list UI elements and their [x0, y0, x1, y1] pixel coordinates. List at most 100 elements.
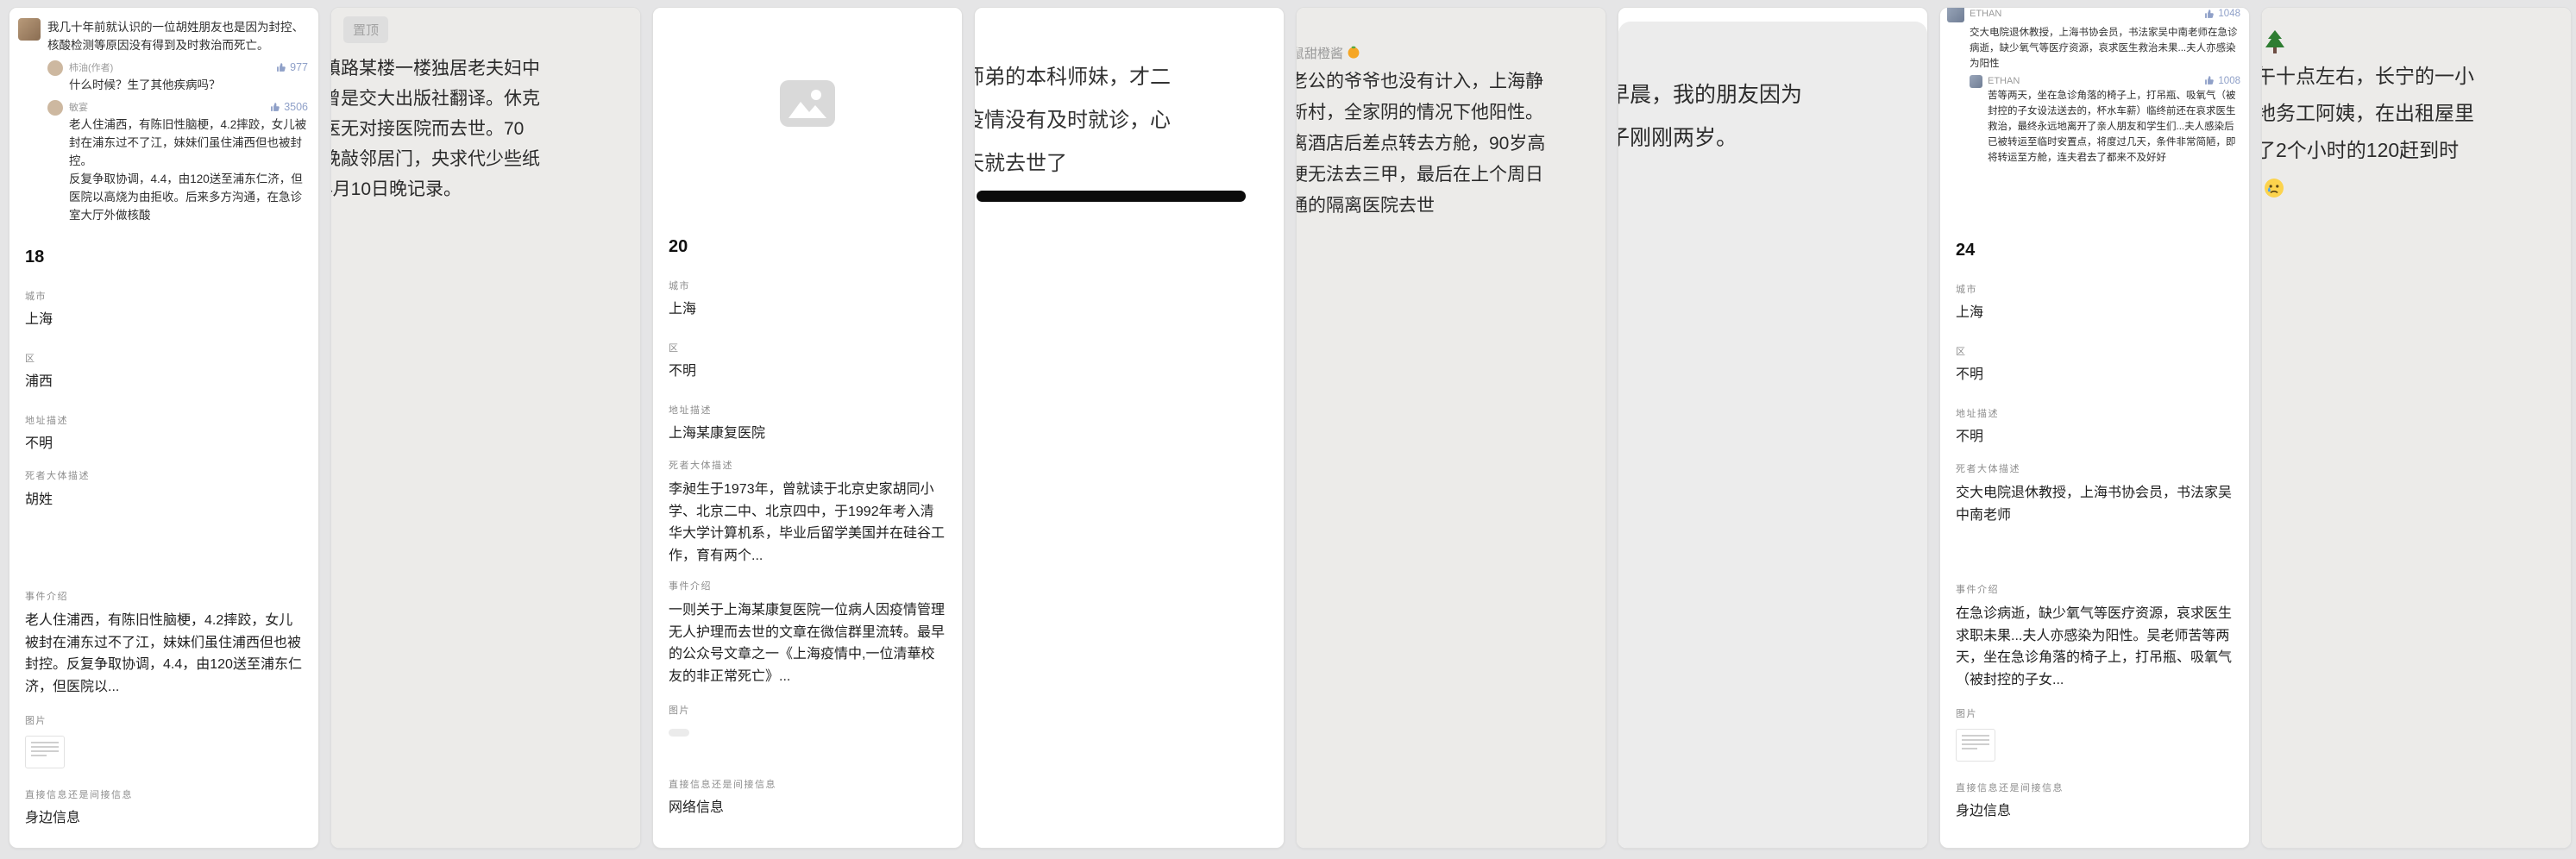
- field-label-event: 事件介绍: [669, 580, 946, 593]
- screenshot-text-line: 新村，全家阴的情况下他阳性。: [1297, 97, 1605, 129]
- case-card-18[interactable]: 我几十年前就认识的一位胡姓朋友也是因为封控、核酸检测等原因没有得到及时救治而死亡…: [9, 7, 319, 849]
- field-district: 区 不明: [669, 342, 946, 384]
- field-value-deceased: 交大电院退休教授，上海书协会员，书法家吴中南老师: [1956, 482, 2234, 526]
- field-value-city: 上海: [669, 300, 946, 319]
- screenshot-text-line: 镇路某楼一楼独居老夫妇中: [331, 53, 640, 84]
- thumbnail-slot: [25, 736, 303, 768]
- reply-author-row: 柿油(作者)977: [69, 60, 308, 74]
- reply-row: ETHAN1008 苦等两天，坐在急诊角落的椅子上，打吊瓶、吸氧气（被封控的子女设…: [1970, 75, 2240, 166]
- thumbnail-text-bar: [31, 746, 59, 748]
- like-number: 1008: [2218, 76, 2240, 86]
- case-card-25[interactable]: 午十点左右，长宁的一小地务工阿姨，在出租屋里了2个小时的120赶到时 25 城市…: [2261, 7, 2572, 849]
- field-label-address: 地址描述: [669, 404, 946, 417]
- orange-emoji-icon: [1347, 45, 1360, 59]
- like-count: 1008: [2204, 75, 2240, 86]
- field-label-address: 地址描述: [1956, 408, 2234, 420]
- field-direct: 直接信息还是间接信息 网络信息: [669, 779, 946, 818]
- case-card-24[interactable]: ETHAN1048交大电院退休教授，上海书协会员，书法家吴中南老师在急诊病逝，缺…: [1939, 7, 2250, 849]
- screenshot-text-line: 通的隔离医院去世: [1297, 191, 1605, 222]
- case-card-20[interactable]: 20 城市 上海 区 不明 地址描述 上海某康复医院 死者大体描述 李昶生于19…: [652, 7, 963, 849]
- like-number: 1048: [2218, 9, 2240, 19]
- case-card-23[interactable]: 早晨，我的朋友因为子刚刚两岁。 23 城市 上海 区 不明 地址描述 不明 死者…: [1618, 7, 1928, 849]
- card-number: 22: [1312, 848, 1590, 849]
- case-screenshot: 鼠甜橙酱老公的爷爷也没有计入，上海静新村，全家阴的情况下他阳性。离酒店后差点转去…: [1297, 8, 1605, 848]
- like-count: 3506: [270, 101, 308, 113]
- case-card-22[interactable]: 鼠甜橙酱老公的爷爷也没有计入，上海静新村，全家阴的情况下他阳性。离酒店后差点转去…: [1296, 7, 1606, 849]
- field-value-district: 浦西: [25, 373, 303, 392]
- field-city: 城市 上海: [669, 280, 946, 322]
- field-image: 图片: [25, 715, 303, 772]
- case-info: 23 城市 上海 区 不明 地址描述 不明 死者大体描述 不明男性，有个两岁的儿…: [1618, 848, 1927, 849]
- thumbnail-text-bar: [1962, 748, 1977, 749]
- crying-emoji-icon: [2264, 178, 2284, 198]
- thumbnail-slot: [669, 729, 946, 737]
- field-label-event: 事件介绍: [1956, 584, 2234, 596]
- crying-emoji: [2264, 178, 2571, 198]
- avatar: [1947, 8, 1964, 22]
- screenshot-text-line: 午十点左右，长宁的一小: [2262, 58, 2571, 95]
- field-value-district: 不明: [1956, 366, 2234, 385]
- tree-emoji-icon: [2264, 30, 2286, 54]
- orange-emoji: [1347, 45, 1360, 62]
- image-thumbnail[interactable]: [25, 736, 65, 768]
- field-value-city: 上海: [25, 310, 303, 329]
- field-direct: 直接信息还是间接信息 身边信息: [1956, 782, 2234, 821]
- case-card-21[interactable]: 师弟的本科师妹，才二疫情没有及时就诊，心天就去世了 21 城市 上海 区 不明 …: [974, 7, 1285, 849]
- field-value-address: 不明: [1956, 428, 2234, 447]
- screenshot-text: 师弟的本科师妹，才二疫情没有及时就诊，心天就去世了: [975, 8, 1284, 185]
- pinned-badge: 置顶: [343, 16, 388, 43]
- reply-text: 什么时候？生了其他疾病吗？: [69, 76, 308, 94]
- field-value-event: 在急诊病逝，缺少氧气等医疗资源，哀求医生求职未果...夫人亦感染为阳性。吴老师苦…: [1956, 603, 2234, 691]
- commenter-name: 敏宴: [69, 100, 88, 114]
- comment-replies: ETHAN1008 苦等两天，坐在急诊角落的椅子上，打吊瓶、吸氧气（被封控的子女设…: [1970, 75, 2240, 166]
- thumbnail-text-bar: [1962, 735, 1989, 737]
- image-loading-pill[interactable]: [669, 729, 689, 737]
- reply-body: ETHAN1008 苦等两天，坐在急诊角落的椅子上，打吊瓶、吸氧气（被封控的子女设…: [1988, 75, 2240, 166]
- field-direct: 直接信息还是间接信息 身边信息: [25, 789, 303, 828]
- case-screenshot: 我几十年前就认识的一位胡姓朋友也是因为封控、核酸检测等原因没有得到及时救治而死亡…: [9, 8, 318, 227]
- field-label-district: 区: [25, 353, 303, 365]
- reply-body: 柿油(作者)977 什么时候？生了其他疾病吗？: [69, 60, 308, 94]
- field-label-district: 区: [1956, 346, 2234, 358]
- screenshot-text: 早晨，我的朋友因为子刚刚两岁。: [1618, 73, 1927, 160]
- reply-text: 苦等两天，坐在急诊角落的椅子上，打吊瓶、吸氧气（被封控的子女设法送去的，杯水车薪…: [1988, 88, 2240, 166]
- like-number: 3506: [284, 101, 308, 113]
- tree-emoji: [2264, 30, 2571, 54]
- field-deceased: 死者大体描述 交大电院退休教授，上海书协会员，书法家吴中南老师: [1956, 463, 2234, 570]
- case-card-19[interactable]: 置顶镇路某楼一楼独居老夫妇中曾是交大出版社翻译。休克医无对接医院而去世。70晚敲…: [330, 7, 641, 849]
- field-deceased: 死者大体描述 李昶生于1973年，曾就读于北京史家胡同小学、北京二中、北京四中，…: [669, 460, 946, 567]
- field-event: 事件介绍 老人住浦西，有陈旧性脑梗，4.2摔跤，女儿被封在浦东过不了江，妹妹们虽…: [25, 591, 303, 698]
- comment-text: 交大电院退休教授，上海书协会员，书法家吴中南老师在急诊病逝，缺少氧气等医疗资源，…: [1970, 25, 2240, 72]
- screenshot-text-line: 医无对接医院而去世。70: [331, 114, 640, 144]
- case-screenshot: 置顶镇路某楼一楼独居老夫妇中曾是交大出版社翻译。休克医无对接医院而去世。70晚敲…: [331, 8, 640, 848]
- field-city: 城市 上海: [25, 291, 303, 332]
- field-deceased: 死者大体描述 胡姓: [25, 470, 303, 577]
- field-event: 事件介绍 一则关于上海某康复医院一位病人因疫情管理无人护理而去世的文章在微信群里…: [669, 580, 946, 687]
- commenter-name: 柿油(作者): [69, 60, 113, 74]
- field-label-address: 地址描述: [25, 415, 303, 427]
- field-district: 区 浦西: [25, 353, 303, 394]
- reply-text: 老人住浦西，有陈旧性脑梗，4.2摔跤，女儿被封在浦东过不了江，妹妹们虽住浦西但也…: [69, 116, 308, 224]
- thumbnail-text-bar: [31, 742, 59, 743]
- thumbs-up-icon: [276, 62, 287, 73]
- field-value-deceased: 李昶生于1973年，曾就读于北京史家胡同小学、北京二中、北京四中，于1992年考…: [669, 479, 946, 567]
- screenshot-text-line: 老公的爷爷也没有计入，上海静: [1297, 66, 1605, 97]
- field-value-direct: 身边信息: [25, 809, 303, 828]
- field-address: 地址描述 不明: [25, 415, 303, 456]
- screenshot-text: 镇路某楼一楼独居老夫妇中曾是交大出版社翻译。休克医无对接医院而去世。70晚敲邻居…: [331, 53, 640, 204]
- reply-author-row: ETHAN1008: [1988, 75, 2240, 86]
- screenshot-text-line: 天就去世了: [975, 142, 1284, 185]
- screenshot-panel: 早晨，我的朋友因为子刚刚两岁。: [1618, 22, 1927, 848]
- field-label-direct: 直接信息还是间接信息: [669, 779, 946, 791]
- field-address: 地址描述 不明: [1956, 408, 2234, 449]
- case-info: 21 城市 上海 区 不明 地址描述 不明 死者大体描述 二十多岁女子 事件介绍…: [975, 848, 1284, 849]
- card-gallery: 我几十年前就认识的一位胡姓朋友也是因为封控、核酸检测等原因没有得到及时救治而死亡…: [0, 0, 2576, 856]
- comment-replies: 柿油(作者)977 什么时候？生了其他疾病吗？ 敏宴 3506 老人住浦西，有陈旧性脑梗…: [47, 60, 308, 224]
- field-value-district: 不明: [669, 362, 946, 381]
- case-info: 25 城市 上海 区 长宁 地址描述 不明 死者大体描述 50岁的外地务工阿姨 …: [2262, 848, 2571, 849]
- image-placeholder-icon: [780, 80, 835, 127]
- image-thumbnail[interactable]: [1956, 729, 1995, 762]
- avatar: [47, 100, 63, 116]
- commenter-name: 鼠甜橙酱: [1297, 44, 1343, 62]
- screenshot-text-line: 地务工阿姨，在出租屋里: [2262, 95, 2571, 132]
